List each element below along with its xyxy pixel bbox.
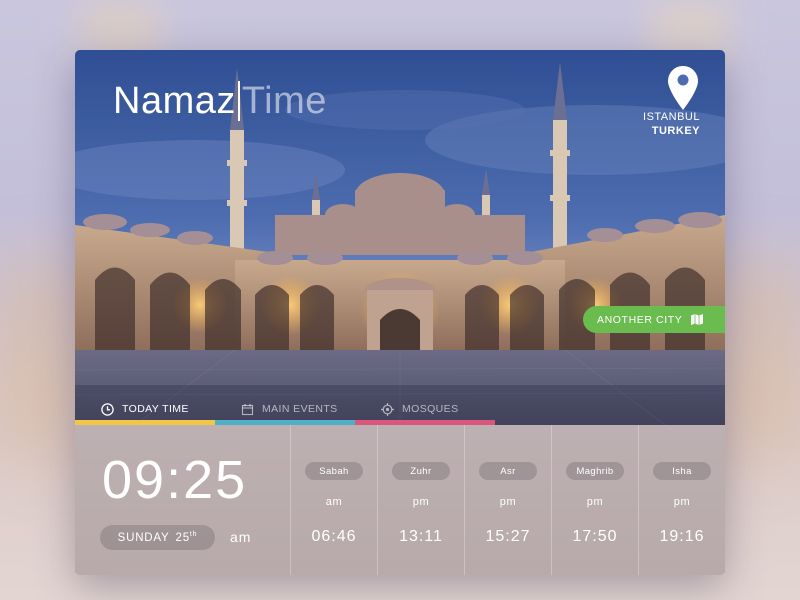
prayer-ampm: pm — [586, 496, 604, 508]
another-city-button[interactable]: ANOTHER CITY — [583, 306, 725, 333]
location-city: ISTANBUL — [643, 111, 700, 123]
prayer-name: Isha — [653, 462, 711, 480]
prayer-times: Sabah am 06:46 Zuhr pm 13:11 Asr pm 15:2… — [290, 425, 725, 575]
tab-label: MOSQUES — [402, 403, 459, 415]
prayer-asr: Asr pm 15:27 — [464, 425, 551, 575]
current-ampm: am — [230, 529, 252, 545]
map-icon — [691, 314, 704, 325]
another-city-label: ANOTHER CITY — [597, 313, 683, 326]
calendar-icon — [241, 403, 254, 415]
prayer-time: 06:46 — [311, 528, 357, 545]
prayer-name: Zuhr — [392, 462, 450, 480]
prayer-zuhr: Zuhr pm 13:11 — [377, 425, 464, 575]
prayer-time: 15:27 — [485, 528, 531, 545]
tab-label: TODAY TIME — [122, 403, 189, 415]
logo-cursor — [237, 81, 240, 121]
hero-image: NamazTime ISTANBUL TURKEY ANOTHER CITY — [75, 50, 725, 425]
day-date: 25th — [176, 531, 198, 544]
prayer-time: 17:50 — [572, 528, 618, 545]
prayer-ampm: pm — [673, 496, 691, 508]
location-indicator[interactable]: ISTANBUL TURKEY — [643, 66, 700, 137]
date-suffix: th — [189, 531, 198, 539]
day-name: SUNDAY — [117, 531, 170, 544]
current-time-block: 09:25 SUNDAY 25th am — [75, 425, 290, 575]
prayer-time: 19:16 — [659, 528, 705, 545]
logo-word-1: Namaz — [113, 80, 236, 122]
prayer-isha: Isha pm 19:16 — [638, 425, 725, 575]
target-icon — [381, 402, 394, 416]
prayer-ampm: am — [325, 496, 343, 508]
tab-label: MAIN EVENTS — [262, 403, 338, 415]
app-logo: Namaz Time — [113, 80, 327, 123]
location-country: TURKEY — [651, 125, 700, 137]
current-time: 09:25 — [102, 450, 248, 510]
prayer-ampm: pm — [499, 496, 517, 508]
times-panel: 09:25 SUNDAY 25th am Sabah am 06:46 Zuhr… — [75, 425, 725, 575]
prayer-name: Sabah — [305, 462, 363, 480]
prayer-sabah: Sabah am 06:46 — [290, 425, 377, 575]
date-pill: SUNDAY 25th — [100, 525, 215, 550]
prayer-name: Maghrib — [566, 462, 624, 480]
prayer-maghrib: Maghrib pm 17:50 — [551, 425, 638, 575]
prayer-time-card: NamazTime ISTANBUL TURKEY ANOTHER CITY — [75, 50, 725, 575]
location-pin-icon — [668, 66, 698, 110]
date-number: 25 — [175, 531, 190, 544]
logo-word-2: Time — [241, 80, 327, 122]
clock-icon — [101, 402, 114, 416]
prayer-ampm: pm — [412, 496, 430, 508]
prayer-name: Asr — [479, 462, 537, 480]
prayer-time: 13:11 — [399, 528, 443, 545]
